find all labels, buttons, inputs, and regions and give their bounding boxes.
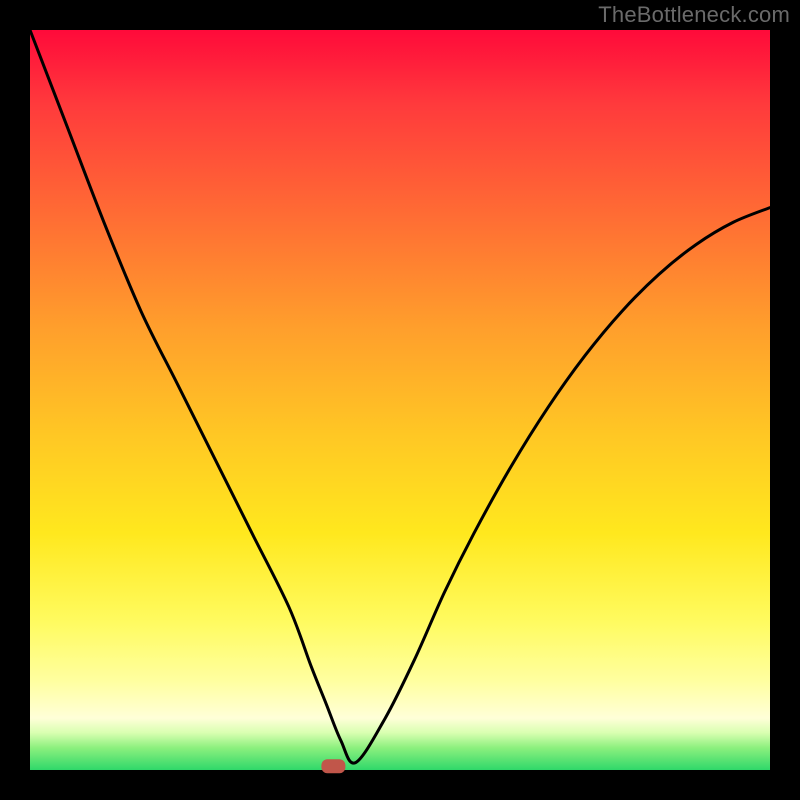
watermark-text: TheBottleneck.com <box>598 2 790 28</box>
chart-plot-area <box>30 30 770 770</box>
bottleneck-curve <box>30 30 770 763</box>
chart-svg <box>30 30 770 770</box>
chart-frame: TheBottleneck.com <box>0 0 800 800</box>
bottleneck-point-marker <box>321 759 345 773</box>
